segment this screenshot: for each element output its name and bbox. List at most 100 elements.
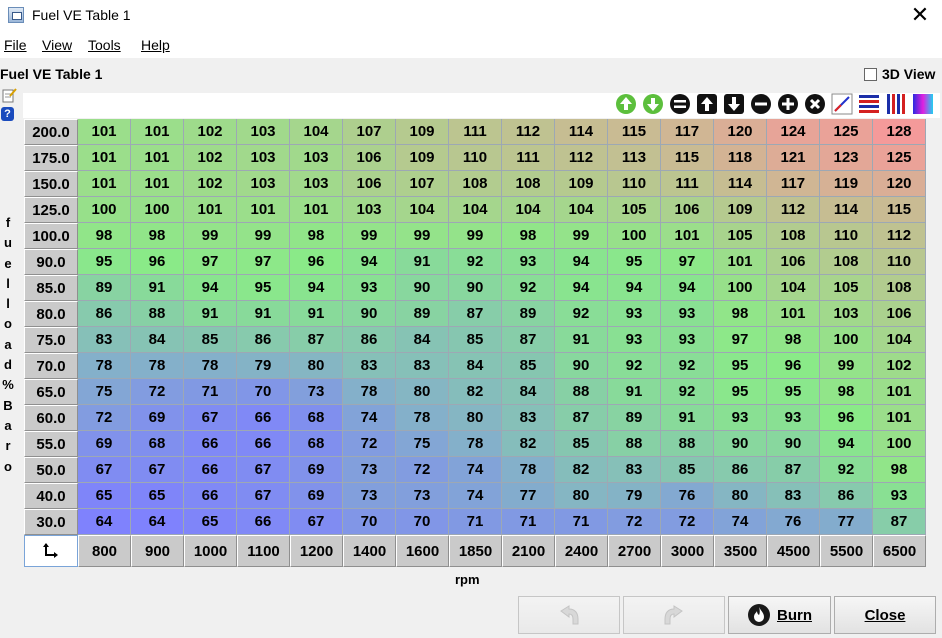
ve-cell[interactable]: 71 [555,509,608,535]
ve-cell[interactable]: 98 [714,301,767,327]
notes-icon[interactable] [1,87,17,103]
ve-cell[interactable]: 99 [820,353,873,379]
swap-axes-button[interactable] [24,535,78,567]
ve-cell[interactable]: 94 [343,249,396,275]
ve-cell[interactable]: 80 [555,483,608,509]
set-value-icon[interactable] [669,93,691,115]
rpm-axis-cell[interactable]: 3000 [661,535,714,567]
ve-cell[interactable]: 67 [290,509,343,535]
ve-cell[interactable]: 104 [396,197,449,223]
ve-cell[interactable]: 101 [78,145,131,171]
load-axis-cell[interactable]: 70.0 [24,353,78,379]
ve-cell[interactable]: 94 [290,275,343,301]
subtract-icon[interactable] [750,93,772,115]
ve-cell[interactable]: 103 [237,145,290,171]
ve-cell[interactable]: 114 [820,197,873,223]
ve-cell[interactable]: 128 [873,119,926,145]
ve-cell[interactable]: 101 [131,145,184,171]
smooth-vertical-icon[interactable] [885,93,907,115]
ve-cell[interactable]: 98 [873,457,926,483]
ve-cell[interactable]: 68 [131,431,184,457]
ve-cell[interactable]: 111 [661,171,714,197]
ve-cell[interactable]: 104 [555,197,608,223]
ve-cell[interactable]: 109 [714,197,767,223]
ve-cell[interactable]: 84 [396,327,449,353]
ve-cell[interactable]: 102 [873,353,926,379]
ve-cell[interactable]: 112 [502,119,555,145]
ve-cell[interactable]: 80 [714,483,767,509]
ve-cell[interactable]: 72 [78,405,131,431]
rpm-axis-cell[interactable]: 5500 [820,535,873,567]
load-axis-cell[interactable]: 55.0 [24,431,78,457]
ve-cell[interactable]: 91 [555,327,608,353]
ve-cell[interactable]: 83 [502,405,555,431]
menu-view[interactable]: View [42,37,72,53]
ve-cell[interactable]: 98 [78,223,131,249]
ve-cell[interactable]: 73 [343,483,396,509]
ve-cell[interactable]: 100 [873,431,926,457]
ve-cell[interactable]: 85 [184,327,237,353]
ve-cell[interactable]: 94 [608,275,661,301]
redo-button[interactable] [623,596,725,634]
help-icon[interactable]: ? [1,107,14,121]
ve-cell[interactable]: 97 [661,249,714,275]
ve-cell[interactable]: 114 [714,171,767,197]
close-window-icon[interactable]: ✕ [910,3,930,27]
ve-cell[interactable]: 104 [873,327,926,353]
ve-cell[interactable]: 93 [767,405,820,431]
decrement-green-icon[interactable] [642,93,664,115]
ve-cell[interactable]: 109 [555,171,608,197]
ve-cell[interactable]: 111 [449,119,502,145]
ve-cell[interactable]: 77 [502,483,555,509]
ve-cell[interactable]: 76 [661,483,714,509]
ve-cell[interactable]: 108 [502,171,555,197]
ve-cell[interactable]: 78 [78,353,131,379]
ve-cell[interactable]: 78 [396,405,449,431]
ve-cell[interactable]: 93 [714,405,767,431]
rpm-axis-cell[interactable]: 1000 [184,535,237,567]
ve-cell[interactable]: 104 [290,119,343,145]
ve-cell[interactable]: 65 [78,483,131,509]
ve-cell[interactable]: 102 [184,171,237,197]
load-axis-cell[interactable]: 65.0 [24,379,78,405]
ve-cell[interactable]: 87 [767,457,820,483]
ve-cell[interactable]: 95 [608,249,661,275]
ve-cell[interactable]: 98 [820,379,873,405]
ve-cell[interactable]: 103 [290,171,343,197]
menu-tools[interactable]: Tools [88,37,121,53]
load-axis-cell[interactable]: 50.0 [24,457,78,483]
rpm-axis-cell[interactable]: 6500 [873,535,926,567]
ve-cell[interactable]: 105 [608,197,661,223]
ve-cell[interactable]: 91 [290,301,343,327]
rpm-axis-cell[interactable]: 1100 [237,535,290,567]
ve-cell[interactable]: 86 [78,301,131,327]
ve-cell[interactable]: 89 [78,275,131,301]
ve-cell[interactable]: 80 [396,379,449,405]
load-axis-cell[interactable]: 85.0 [24,275,78,301]
ve-cell[interactable]: 79 [237,353,290,379]
load-axis-cell[interactable]: 75.0 [24,327,78,353]
increment-green-icon[interactable] [615,93,637,115]
ve-cell[interactable]: 100 [820,327,873,353]
ve-cell[interactable]: 98 [502,223,555,249]
ve-cell[interactable]: 92 [502,275,555,301]
view-3d-checkbox[interactable]: 3D View [864,66,935,82]
checkbox-icon[interactable] [864,67,877,81]
ve-cell[interactable]: 100 [608,223,661,249]
ve-cell[interactable]: 90 [449,275,502,301]
ve-cell[interactable]: 93 [873,483,926,509]
ve-cell[interactable]: 70 [343,509,396,535]
load-axis-cell[interactable]: 200.0 [24,119,78,145]
ve-cell[interactable]: 73 [290,379,343,405]
load-axis-cell[interactable]: 100.0 [24,223,78,249]
ve-cell[interactable]: 90 [714,431,767,457]
ve-cell[interactable]: 101 [131,119,184,145]
ve-cell[interactable]: 91 [131,275,184,301]
ve-cell[interactable]: 73 [343,457,396,483]
ve-cell[interactable]: 117 [661,119,714,145]
rpm-axis-cell[interactable]: 3500 [714,535,767,567]
smooth-horizontal-icon[interactable] [858,93,880,115]
ve-cell[interactable]: 68 [290,405,343,431]
ve-cell[interactable]: 78 [502,457,555,483]
ve-cell[interactable]: 85 [449,327,502,353]
